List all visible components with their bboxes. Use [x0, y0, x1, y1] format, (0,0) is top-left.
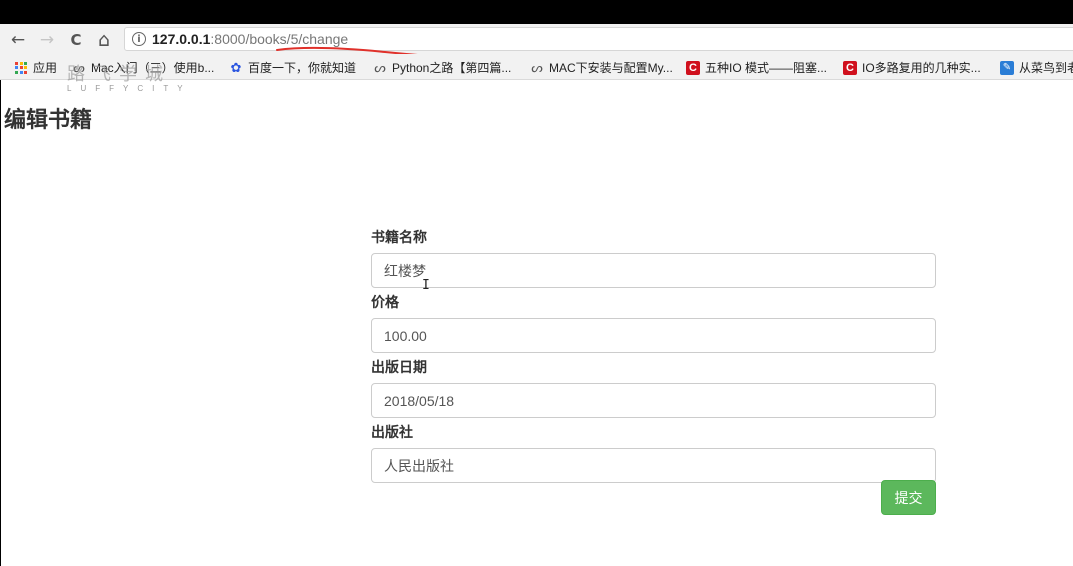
apps-grid-dot	[15, 61, 18, 65]
bookmark-io-multiplexing[interactable]: C IO多路复用的几种实...	[843, 59, 981, 76]
baidu-paw-icon: ✿	[230, 59, 242, 75]
bookmark-label: IO多路复用的几种实...	[862, 61, 981, 75]
bookmarks-bar: 应用 ᔕ Mac入门（三）使用b... ✿ 百度一下，你就知道 ᔕ Python…	[0, 54, 1073, 80]
apps-grid-icon	[14, 61, 28, 75]
forward-arrow-icon[interactable]: →	[37, 30, 57, 50]
book-name-label: 书籍名称	[371, 230, 427, 246]
note-icon: ✎	[1000, 60, 1014, 75]
apps-grid-dot	[19, 70, 23, 74]
bookmark-mac-intro[interactable]: ᔕ Mac入门（三）使用b...	[72, 59, 214, 76]
apps-grid-dot	[19, 61, 23, 65]
bookmark-label: 从菜鸟到老	[1019, 61, 1073, 75]
screen-top-bar	[0, 0, 1073, 24]
url-port: :8000	[210, 31, 246, 47]
bookmark-python-road[interactable]: ᔕ Python之路【第四篇...	[373, 59, 511, 76]
bookmark-label: Mac入门（三）使用b...	[91, 61, 215, 75]
publish-date-input[interactable]	[371, 383, 936, 418]
apps-grid-dot	[24, 70, 27, 74]
text-cursor-icon: I	[422, 278, 430, 293]
publisher-label: 出版社	[371, 425, 413, 441]
price-input[interactable]	[371, 318, 936, 353]
bookmark-rookie[interactable]: ✎ 从菜鸟到老	[1000, 59, 1073, 76]
csdn-icon: C	[686, 60, 700, 75]
bookmark-label: 百度一下，你就知道	[248, 61, 357, 75]
publisher-input[interactable]	[371, 448, 936, 483]
home-icon[interactable]: ⌂	[94, 30, 114, 50]
url-host: 127.0.0.1	[152, 31, 211, 47]
book-name-input[interactable]	[371, 253, 936, 288]
edit-book-form: 书籍名称 价格 出版日期 出版社	[371, 228, 936, 488]
apps-grid-dot	[24, 61, 27, 65]
submit-button[interactable]: 提交	[881, 480, 936, 515]
publish-date-label: 出版日期	[371, 360, 427, 376]
bookmark-label: MAC下安装与配置My...	[549, 61, 673, 75]
csdn-icon: C	[843, 60, 857, 75]
cnblogs-icon: ᔕ	[531, 59, 543, 75]
address-bar[interactable]: i 127.0.0.1:8000/books/5/change	[124, 27, 1073, 51]
apps-grid-dot	[19, 66, 23, 69]
info-icon[interactable]: i	[132, 32, 146, 46]
price-label: 价格	[371, 295, 399, 311]
page-title: 编辑书籍	[4, 108, 93, 133]
apps-grid-dot	[15, 66, 18, 69]
bookmark-mac-mysql[interactable]: ᔕ MAC下安装与配置My...	[530, 59, 673, 76]
apps-grid-dot	[15, 70, 18, 74]
bookmark-label: 五种IO 模式——阻塞...	[705, 61, 828, 75]
page-content: 编辑书籍 书籍名称 价格 出版日期 出版社 I 提交	[0, 80, 1073, 566]
bookmark-io-modes[interactable]: C 五种IO 模式——阻塞...	[686, 59, 827, 76]
bookmark-apps[interactable]: 应用	[14, 59, 57, 76]
cnblogs-icon: ᔕ	[374, 59, 386, 75]
url-path: /books/5/change	[245, 31, 349, 47]
back-arrow-icon[interactable]: ←	[8, 30, 28, 50]
bookmark-baidu[interactable]: ✿ 百度一下，你就知道	[229, 59, 356, 76]
browser-toolbar: ← → C ⌂ i 127.0.0.1:8000/books/5/change	[0, 24, 1073, 54]
apps-grid-dot	[24, 66, 27, 69]
cnblogs-icon: ᔕ	[73, 59, 85, 75]
url-text[interactable]: 127.0.0.1:8000/books/5/change	[152, 31, 348, 47]
bookmark-label: Python之路【第四篇...	[392, 61, 512, 75]
bookmark-label: 应用	[33, 61, 58, 75]
reload-icon[interactable]: C	[66, 30, 86, 50]
